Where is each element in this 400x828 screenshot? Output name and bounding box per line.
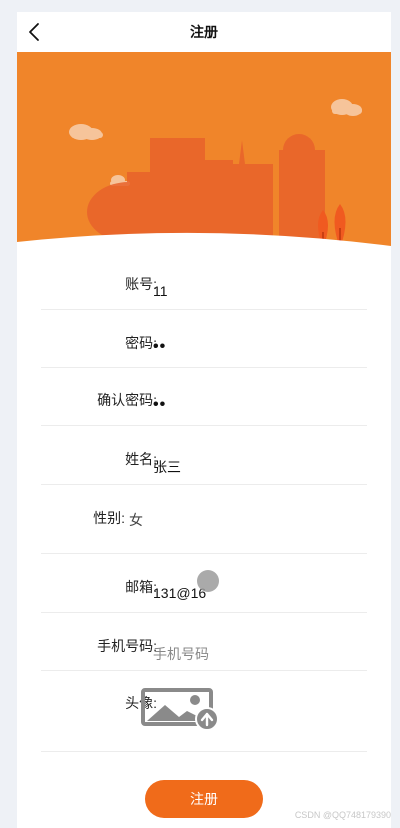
gender-label: 性别: [93,510,125,526]
gender-select[interactable]: 女 [129,510,143,530]
image-upload-icon [141,688,219,731]
top-bar: 注册 [17,12,391,52]
banner-illustration [17,52,391,250]
avatar-upload[interactable] [141,687,221,731]
phone-label: 手机号码: [97,638,157,654]
register-button[interactable]: 注册 [145,780,263,818]
confirm-password-row: 确认密码: •• [41,368,367,426]
back-button[interactable] [23,20,47,44]
name-input[interactable]: 张三 [153,457,181,477]
account-row: 账号: 11 [41,250,367,310]
register-screen: 注册 账号: 11 密码: •• 确认密码: •• 姓名: 张三 性别: 女 邮… [17,12,391,828]
password-input[interactable]: •• [153,338,166,356]
email-row: 邮箱: 131@16 [41,554,367,613]
register-form: 账号: 11 密码: •• 确认密码: •• 姓名: 张三 性别: 女 邮箱: … [17,250,391,752]
page-title: 注册 [190,24,218,40]
phone-row: 手机号码: 手机号码 [41,613,367,671]
avatar-row: 头像: [41,671,367,752]
touch-indicator [197,570,219,592]
confirm-password-label: 确认密码: [97,392,157,408]
password-row: 密码: •• [41,310,367,368]
name-row: 姓名: 张三 [41,426,367,485]
watermark: CSDN @QQ748179390 [294,810,391,820]
chevron-left-icon [29,23,39,41]
phone-input[interactable]: 手机号码 [153,644,209,664]
gender-row: 性别: 女 [41,485,367,554]
account-input[interactable]: 11 [153,283,168,299]
confirm-password-input[interactable]: •• [153,396,166,414]
